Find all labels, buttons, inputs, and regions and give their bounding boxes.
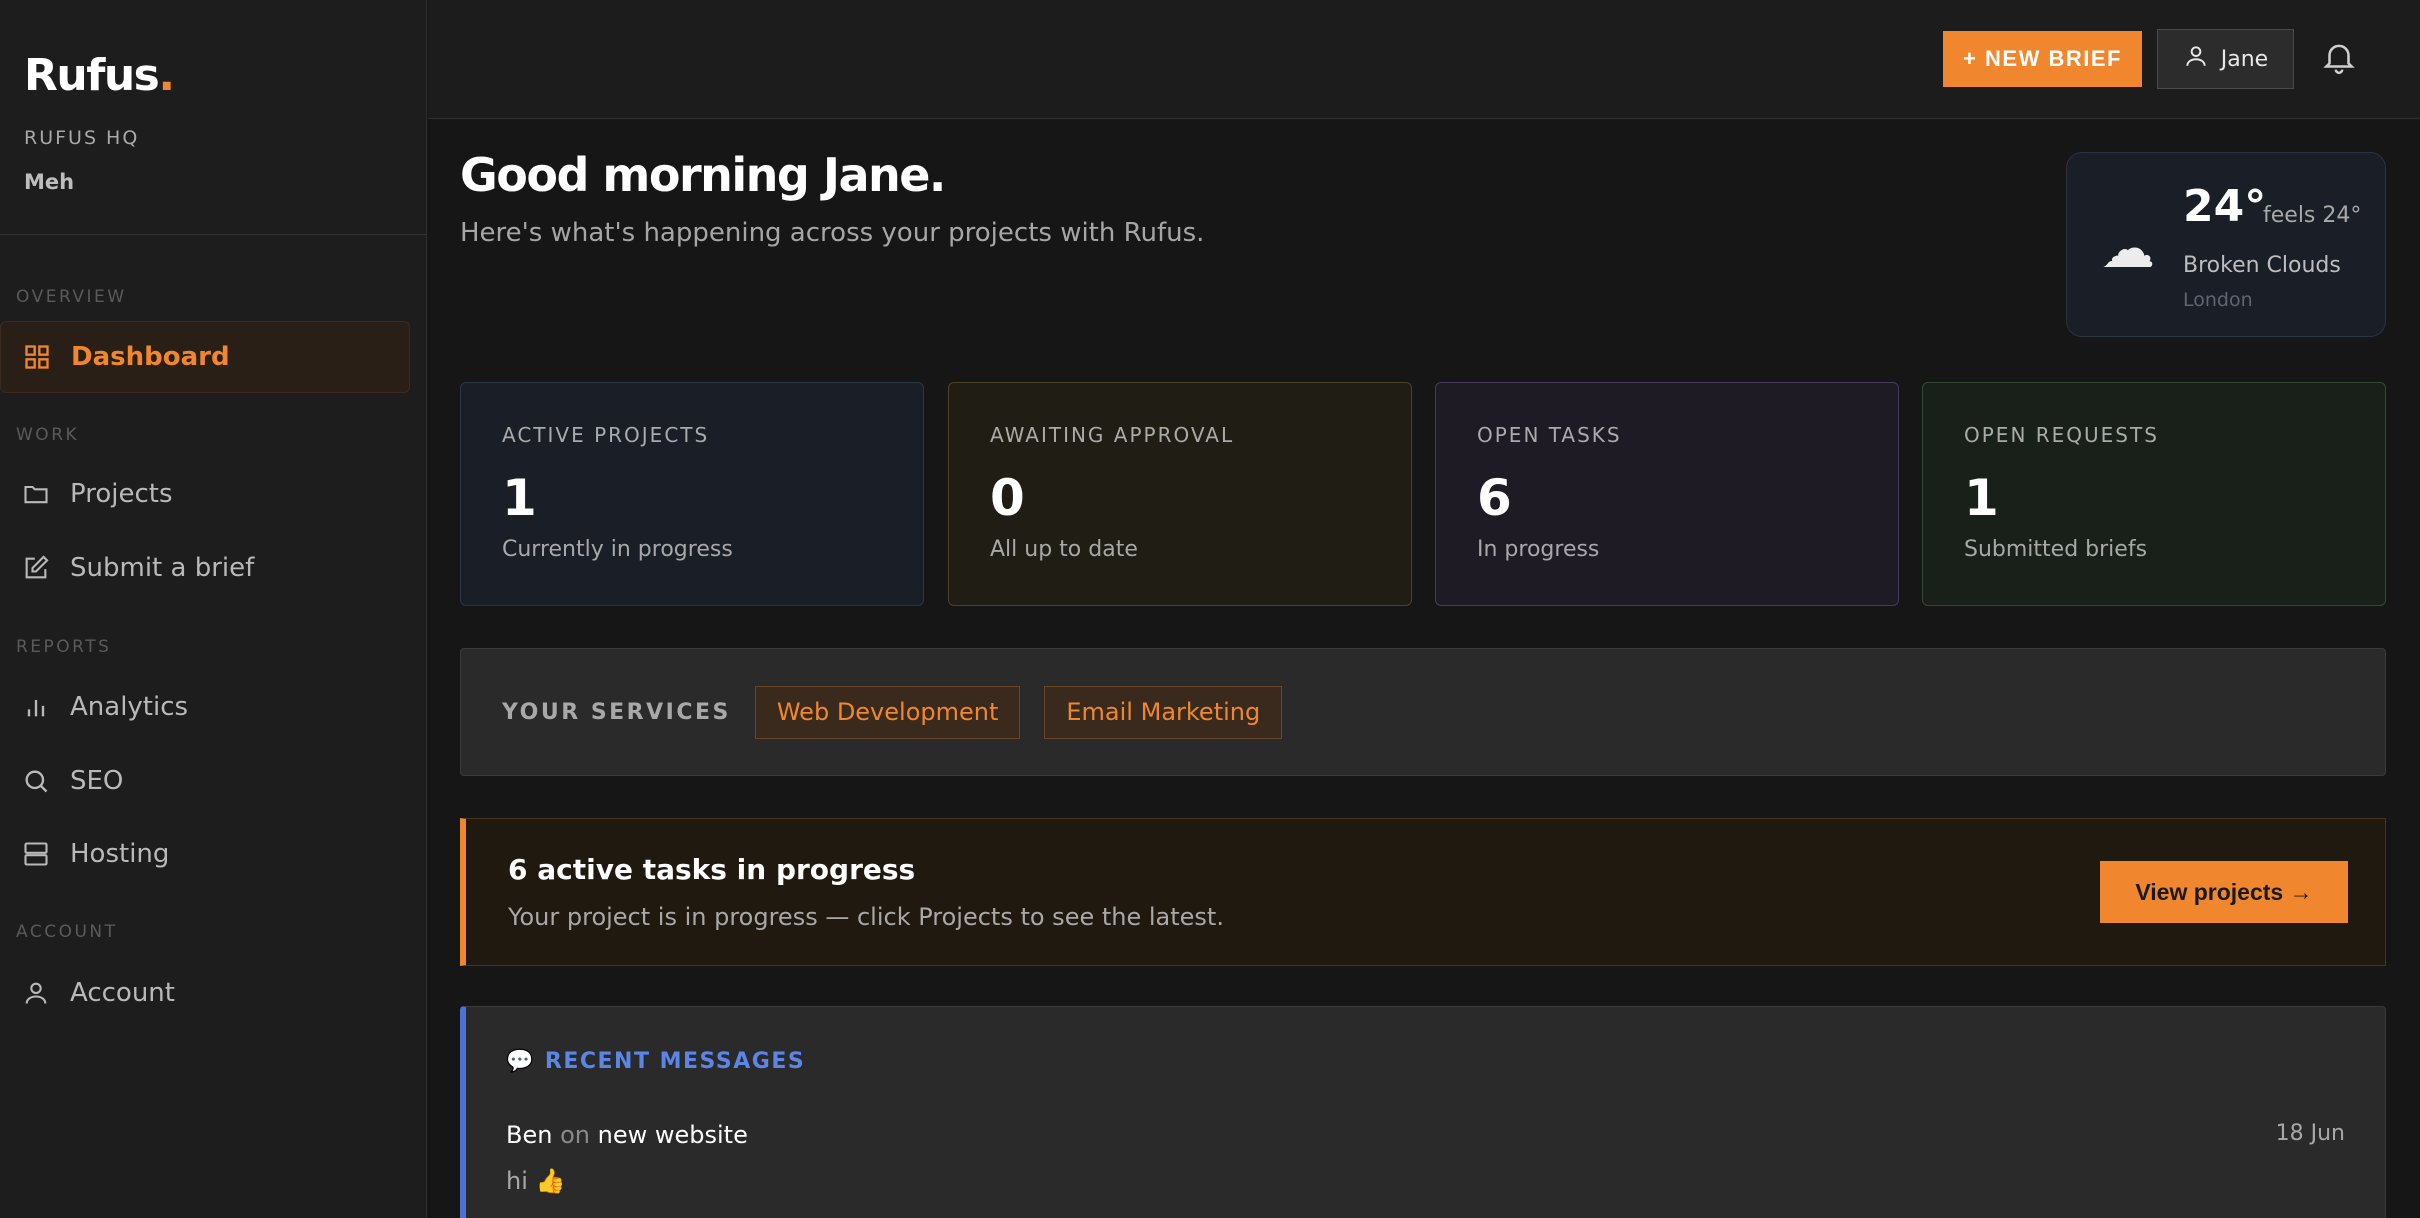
stat-subtitle: Submitted briefs: [1964, 537, 2148, 562]
message-meta[interactable]: Ben on new website: [506, 1121, 748, 1149]
services-label: YOUR SERVICES: [502, 699, 731, 725]
stat-subtitle: In progress: [1477, 537, 1600, 562]
stat-card-open-tasks[interactable]: OPEN TASKS 6 In progress: [1435, 382, 1899, 606]
sidebar-item-label: Projects: [70, 479, 173, 509]
stat-card-awaiting-approval[interactable]: AWAITING APPROVAL 0 All up to date: [948, 382, 1412, 606]
stat-label: OPEN REQUESTS: [1964, 423, 2159, 447]
section-work: WORK: [16, 425, 80, 445]
edit-icon: [22, 554, 50, 582]
messages-header: 💬 RECENT MESSAGES: [506, 1049, 805, 1074]
sidebar-item-hosting[interactable]: Hosting: [0, 818, 410, 890]
speech-bubble-icon: 💬: [506, 1049, 535, 1074]
stat-subtitle: All up to date: [990, 537, 1138, 562]
org-subtitle: Meh: [24, 170, 75, 194]
brand-name: Rufus: [24, 50, 160, 101]
sidebar-item-label: Dashboard: [71, 342, 230, 372]
messages-header-label: RECENT MESSAGES: [544, 1049, 806, 1074]
tasks-banner: 6 active tasks in progress Your project …: [460, 818, 2386, 966]
service-chip-web-development[interactable]: Web Development: [754, 685, 1021, 739]
user-menu-button[interactable]: Jane: [2157, 29, 2294, 89]
stat-value: 6: [1477, 469, 1512, 527]
page-title: Good morning Jane.: [460, 148, 946, 202]
sidebar-item-label: Hosting: [70, 839, 170, 869]
user-icon: [2183, 43, 2209, 75]
sidebar-item-projects[interactable]: Projects: [0, 458, 410, 530]
org-name: RUFUS HQ: [24, 127, 140, 149]
section-account: ACCOUNT: [16, 922, 118, 942]
sidebar-item-analytics[interactable]: Analytics: [0, 671, 410, 743]
stat-value: 1: [502, 469, 537, 527]
server-icon: [22, 840, 50, 868]
stat-card-active-projects[interactable]: ACTIVE PROJECTS 1 Currently in progress: [460, 382, 924, 606]
section-overview: OVERVIEW: [16, 287, 127, 307]
message-body: hi 👍: [506, 1167, 566, 1195]
sidebar-item-submit-brief[interactable]: Submit a brief: [0, 532, 410, 604]
sidebar-item-label: Submit a brief: [70, 553, 255, 583]
user-name: Jane: [2220, 46, 2269, 72]
page-subtitle: Here's what's happening across your proj…: [460, 218, 1205, 248]
user-icon: [22, 979, 50, 1007]
stat-label: OPEN TASKS: [1477, 423, 1622, 447]
service-chip-email-marketing[interactable]: Email Marketing: [1044, 685, 1283, 739]
sidebar-item-account[interactable]: Account: [0, 957, 410, 1029]
sidebar-item-seo[interactable]: SEO: [0, 745, 410, 817]
recent-messages-panel: 💬 RECENT MESSAGES Ben on new website 18 …: [460, 1006, 2386, 1218]
cloud-icon: ☁: [2101, 217, 2155, 280]
services-panel: YOUR SERVICES Web Development Email Mark…: [460, 648, 2386, 776]
sidebar-item-dashboard[interactable]: Dashboard: [0, 321, 410, 393]
search-icon: [22, 767, 50, 795]
sidebar-item-label: Analytics: [70, 692, 189, 722]
brand-dot: .: [158, 50, 175, 101]
banner-text: Your project is in progress — click Proj…: [508, 903, 1224, 931]
sidebar-item-label: Account: [70, 978, 175, 1008]
section-reports: REPORTS: [16, 637, 112, 657]
stat-label: ACTIVE PROJECTS: [502, 423, 710, 447]
new-brief-button[interactable]: + NEW BRIEF: [1943, 31, 2142, 87]
brand-logo[interactable]: Rufus.: [24, 50, 175, 101]
stat-value: 0: [990, 469, 1025, 527]
folder-icon: [22, 480, 50, 508]
weather-condition: Broken Clouds: [2183, 253, 2341, 278]
weather-temp: 24°: [2183, 181, 2267, 232]
message-author: Ben: [506, 1121, 553, 1149]
message-on: on: [560, 1121, 590, 1149]
stat-subtitle: Currently in progress: [502, 537, 733, 562]
view-projects-button[interactable]: View projects →: [2100, 861, 2348, 923]
banner-title: 6 active tasks in progress: [508, 853, 916, 886]
message-project: new website: [597, 1121, 748, 1149]
weather-city: London: [2183, 289, 2253, 311]
weather-feels: feels 24°: [2263, 203, 2362, 228]
bell-icon[interactable]: [2320, 38, 2360, 78]
grid-icon: [23, 343, 51, 371]
weather-card: ☁ 24° feels 24° Broken Clouds London: [2066, 152, 2386, 337]
sidebar: Rufus. RUFUS HQ Meh OVERVIEW Dashboard W…: [0, 0, 427, 1218]
bar-chart-icon: [22, 693, 50, 721]
stat-card-open-requests[interactable]: OPEN REQUESTS 1 Submitted briefs: [1922, 382, 2386, 606]
sidebar-divider: [0, 234, 427, 235]
stat-value: 1: [1964, 469, 1999, 527]
message-date: 18 Jun: [2275, 1121, 2345, 1146]
sidebar-item-label: SEO: [70, 766, 124, 796]
stat-label: AWAITING APPROVAL: [990, 423, 1235, 447]
